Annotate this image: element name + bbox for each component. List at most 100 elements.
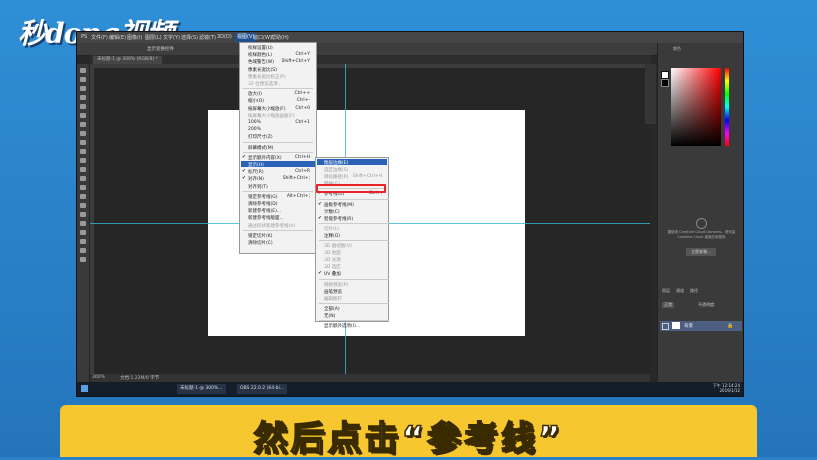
checkmark-icon: ✔ — [242, 169, 246, 175]
tool-icon[interactable] — [80, 104, 86, 109]
menu-item[interactable]: 显示(H) — [248, 162, 314, 168]
menu-item-10[interactable]: 窗口(W) — [253, 34, 272, 41]
windows-start-icon[interactable] — [81, 385, 88, 392]
menu-item-label: 按屏幕大小缩放画板(F) — [248, 113, 295, 119]
menu-item[interactable]: 200% — [248, 127, 314, 132]
tool-icon[interactable] — [80, 95, 86, 100]
menu-item-0[interactable]: PS — [81, 34, 87, 40]
tool-icon[interactable] — [80, 212, 86, 217]
tool-icon[interactable] — [80, 131, 86, 136]
menu-item[interactable]: 显示额外选项(I)... — [324, 323, 386, 329]
eye-icon[interactable] — [662, 323, 669, 330]
layer-row-background[interactable]: 背景 🔒 — [660, 321, 742, 331]
screen: PS 文件(F) 编辑(E) 图像(I) 图层(L) 文字(Y) 选择(S) 滤镜(T) 3D(… — [76, 31, 744, 397]
tool-icon[interactable] — [80, 248, 86, 253]
foreground-swatch[interactable] — [661, 71, 669, 79]
right-panels: 颜色 要使用 Creative Cloud Libraries，请安装 Crea… — [657, 43, 743, 382]
menu-item-label: 选区边缘(S) — [324, 168, 349, 174]
menu-item-6[interactable]: 选择(S) — [181, 34, 198, 41]
horizontal-ruler[interactable] — [90, 64, 650, 68]
transform-controls-label[interactable]: 显示变换控件 — [147, 46, 174, 52]
menu-item[interactable]: 屏幕模式(M) — [248, 145, 314, 151]
menu-item[interactable]: 全部(A) — [324, 306, 386, 312]
menu-item-label: 切片(L) — [324, 226, 340, 232]
menu-item[interactable]: 新建参考线(E)... — [248, 208, 314, 214]
menu-item[interactable]: 对齐到(T) — [248, 184, 314, 190]
menu-item[interactable]: 清除切片(C) — [248, 240, 314, 246]
tool-icon[interactable] — [80, 167, 86, 172]
menu-item-3[interactable]: 图像(I) — [127, 34, 142, 41]
tool-icon[interactable] — [80, 140, 86, 145]
menu-item: 3D 地面 — [324, 250, 386, 256]
menu-item: 3D 选区 — [324, 264, 386, 270]
menu-item-11[interactable]: 帮助(H) — [271, 34, 289, 41]
menu-item[interactable]: 打印尺寸(Z) — [248, 134, 314, 140]
menu-item-2[interactable]: 编辑(E) — [109, 34, 126, 41]
menu-item[interactable]: 校样颜色(L) Ctrl+Y — [248, 52, 314, 58]
menu-item[interactable]: 锁定参考线(G) Alt+Ctrl+; — [248, 194, 314, 200]
menu-item[interactable]: 像素长宽比(S) — [248, 67, 314, 73]
tool-icon[interactable] — [80, 221, 86, 226]
tool-icon[interactable] — [80, 158, 86, 163]
menu-item[interactable]: 放大(I) Ctrl++ — [248, 91, 314, 97]
menu-item-5[interactable]: 文字(Y) — [163, 34, 180, 41]
system-clock: 下午 12:14:24 2019/1/12 — [713, 383, 740, 393]
menu-item-4[interactable]: 图层(L) — [145, 34, 162, 41]
install-now-button[interactable]: 立即安装... — [686, 248, 716, 256]
menu-item[interactable]: 清除参考线(D) — [248, 201, 314, 207]
tool-icon[interactable] — [80, 68, 86, 73]
vertical-ruler[interactable] — [90, 64, 94, 374]
menu-item[interactable]: 锁定切片(K) — [248, 233, 314, 239]
tool-icon[interactable] — [80, 239, 86, 244]
menu-item[interactable]: 图层边缘(E) — [324, 160, 386, 166]
menu-item[interactable]: 色域警告(W) Shift+Ctrl+Y — [248, 59, 314, 65]
menu-item[interactable]: 新建参考线版面... — [248, 215, 314, 221]
tool-icon[interactable] — [80, 113, 86, 118]
hue-slider[interactable] — [725, 68, 729, 146]
menu-item[interactable]: 无(N) — [324, 313, 386, 319]
menu-item[interactable]: 对齐(N) Shift+Ctrl+; — [248, 176, 314, 182]
taskbar-obs[interactable]: OBS 22.0.2 (64-bi... — [237, 384, 288, 394]
tool-icon[interactable] — [80, 203, 86, 208]
menu-item-label: 对齐(N) — [248, 177, 264, 183]
tool-icon[interactable] — [80, 230, 86, 235]
layer-thumbnail — [672, 322, 680, 329]
document-tab[interactable]: 未标题-1 @ 300% (RGB/8) * — [93, 56, 162, 64]
menu-item[interactable]: 按屏幕大小缩放(F) Ctrl+0 — [248, 106, 314, 112]
menu-item[interactable]: 智能参考线(R) — [324, 216, 386, 222]
checkmark-icon: ✔ — [242, 176, 246, 182]
layers-panel-tab[interactable]: 路径 — [690, 288, 698, 294]
menu-item[interactable]: 画笔预览 — [324, 289, 386, 295]
menu-item[interactable]: 计数(C) — [324, 209, 386, 215]
menu-item: 3D 光源 — [324, 257, 386, 263]
tool-icon[interactable] — [80, 86, 86, 91]
tool-icon[interactable] — [80, 77, 86, 82]
menu-item[interactable]: 校样设置(U) — [248, 45, 314, 51]
menu-item[interactable]: 缩小(O) Ctrl+- — [248, 98, 314, 104]
tool-icon[interactable] — [80, 122, 86, 127]
menu-item-7[interactable]: 滤镜(T) — [199, 34, 216, 41]
layers-panel-tab[interactable]: 通道 — [676, 288, 684, 294]
menu-item-label: 清除参考线(D) — [248, 202, 278, 207]
background-swatch[interactable] — [661, 79, 669, 87]
tool-icon[interactable] — [80, 149, 86, 154]
tool-icon[interactable] — [80, 176, 86, 181]
menu-item[interactable]: 注释(O) — [324, 233, 386, 239]
menu-item-1[interactable]: 文件(F) — [91, 34, 108, 41]
blend-mode-select[interactable]: 正常 — [662, 302, 674, 308]
menu-item[interactable]: 标尺(R) Ctrl+R — [248, 169, 314, 175]
menu-item[interactable]: 画板参考线(M) — [324, 202, 386, 208]
menu-item-label: 目标路径(P) — [324, 175, 349, 181]
menu-item[interactable]: 显示额外内容(X) Ctrl+H — [248, 155, 314, 161]
tool-icon[interactable] — [80, 257, 86, 262]
menu-item[interactable]: UV 叠加 — [324, 271, 386, 277]
zoom-level[interactable]: 300% — [92, 375, 105, 380]
menu-item: 切片(L) — [324, 226, 386, 232]
menu-item[interactable]: 100% Ctrl+1 — [248, 120, 314, 125]
layers-panel-tab[interactable]: 图层 — [662, 288, 670, 294]
color-tab[interactable]: 颜色 — [673, 46, 681, 52]
menu-item-8[interactable]: 3D(D) — [217, 34, 232, 40]
tool-icon[interactable] — [80, 185, 86, 190]
taskbar-photoshop[interactable]: 未标题-1 @ 300%... — [177, 384, 226, 394]
tool-icon[interactable] — [80, 194, 86, 199]
